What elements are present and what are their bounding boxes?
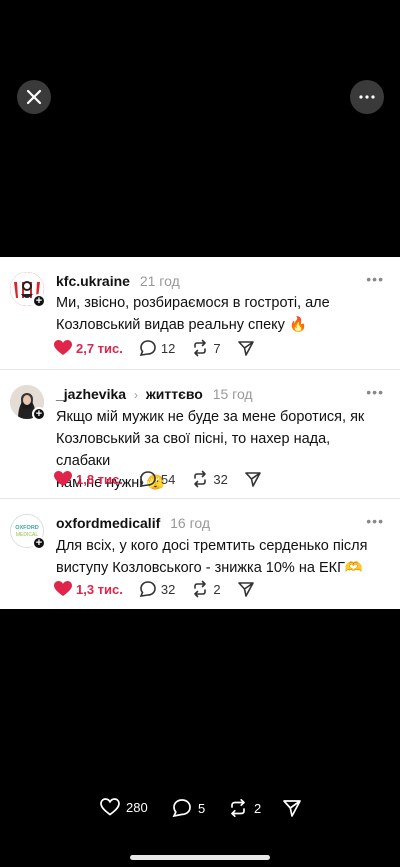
username[interactable]: kfc.ukraine (56, 273, 130, 289)
like-count: 1,3 тис. (76, 581, 123, 597)
send-icon (237, 341, 254, 356)
post-text-line: Ми, звісно, розбираємося в гостроті, але (56, 295, 330, 311)
bottom-comment-count: 5 (198, 800, 206, 816)
svg-text:OXFORD: OXFORD (15, 525, 39, 531)
post-text-line: виступу Козловського - знижка 10% на ЕКГ… (56, 560, 363, 576)
home-indicator[interactable] (130, 855, 270, 860)
repost-count: 32 (213, 471, 228, 487)
like-button[interactable]: 1,8 тис. (54, 471, 123, 487)
post-text-line: Для всіх, у кого досі тремтить серденько… (56, 538, 368, 554)
repost-icon (194, 580, 207, 598)
like-button[interactable]: 1,3 тис. (54, 581, 123, 597)
post-text: Ми, звісно, розбираємося в гостроті, але… (56, 292, 386, 336)
post-actions: 1,8 тис. 54 32 (54, 469, 282, 489)
repost-icon (231, 798, 245, 818)
share-button[interactable] (237, 580, 259, 598)
like-button[interactable]: 2,7 тис. (54, 340, 123, 356)
post-text-line: Якщо мій мужик не буде за мене боротися,… (56, 409, 365, 425)
share-button[interactable] (237, 339, 259, 357)
post-time: 21 год (139, 273, 180, 289)
post-more-icon[interactable]: ••• (366, 384, 384, 400)
post-text-line: Козловський за свої пісні, то нахер нада… (56, 431, 331, 469)
reply-button[interactable]: 54 (139, 470, 175, 488)
more-horizontal-icon (359, 95, 375, 99)
reply-count: 12 (160, 340, 176, 356)
chevron-right-icon: › (133, 388, 138, 402)
send-icon (245, 472, 261, 487)
heart-filled-icon (54, 340, 72, 355)
reply-button[interactable]: 12 (139, 339, 175, 357)
bottom-like-button[interactable]: 280 (100, 798, 148, 816)
send-icon (237, 582, 254, 597)
post-actions: 2,7 тис. 12 7 (54, 338, 275, 358)
repost-icon (194, 339, 207, 357)
username[interactable]: _jazhevika (56, 386, 126, 402)
post-more-icon[interactable]: ••• (366, 271, 384, 287)
bottom-action-bar: 280 5 2 (0, 798, 400, 822)
post-oxford: OXFORD MEDICAL + oxfordmedicalif 16 год … (0, 499, 400, 609)
heart-filled-icon (54, 581, 72, 596)
post-actions: 1,3 тис. 32 2 (54, 579, 275, 599)
comment-icon (172, 799, 191, 818)
post-time: 16 год (170, 515, 211, 531)
reply-button[interactable]: 32 (139, 580, 175, 598)
close-icon (26, 89, 42, 105)
post-text: Для всіх, у кого досі тремтить серденько… (56, 535, 386, 579)
topic-tag[interactable]: життєво (146, 386, 203, 402)
comment-icon (139, 471, 156, 487)
follow-plus-icon[interactable]: + (32, 294, 46, 308)
more-options-button[interactable] (350, 80, 384, 114)
follow-plus-icon[interactable]: + (32, 407, 46, 421)
like-count: 1,8 тис. (76, 471, 123, 487)
post-text-line: Козловський видав реальну спеку 🔥 (56, 317, 307, 333)
bottom-share-button[interactable] (282, 798, 308, 818)
like-count: 2,7 тис. (76, 340, 123, 356)
post-jazhevika: + _jazhevika › життєво 15 год ••• Якщо м… (0, 370, 400, 498)
post-kfc: + kfc.ukraine 21 год ••• Ми, звісно, роз… (0, 257, 400, 369)
close-button[interactable] (17, 80, 51, 114)
username[interactable]: oxfordmedicalif (56, 515, 160, 531)
comment-icon (139, 581, 156, 597)
repost-button[interactable]: 7 (191, 339, 221, 357)
reply-count: 32 (160, 581, 176, 597)
post-more-icon[interactable]: ••• (366, 513, 384, 529)
post-time: 15 год (212, 386, 253, 402)
repost-count: 7 (213, 340, 221, 356)
repost-count: 2 (213, 581, 221, 597)
reply-count: 54 (160, 471, 176, 487)
comment-icon (139, 340, 156, 356)
repost-button[interactable]: 2 (191, 580, 221, 598)
send-icon (283, 800, 301, 817)
follow-plus-icon[interactable]: + (32, 536, 46, 550)
bottom-repost-button[interactable]: 2 (228, 798, 261, 818)
repost-icon (194, 470, 207, 488)
heart-filled-icon (54, 471, 72, 486)
repost-button[interactable]: 32 (191, 470, 228, 488)
heart-outline-icon (100, 798, 120, 816)
bottom-like-count: 280 (126, 799, 148, 815)
threads-screenshot: + kfc.ukraine 21 год ••• Ми, звісно, роз… (0, 257, 400, 609)
share-button[interactable] (244, 470, 266, 488)
bottom-comment-button[interactable]: 5 (172, 798, 205, 818)
bottom-repost-count: 2 (254, 800, 262, 816)
